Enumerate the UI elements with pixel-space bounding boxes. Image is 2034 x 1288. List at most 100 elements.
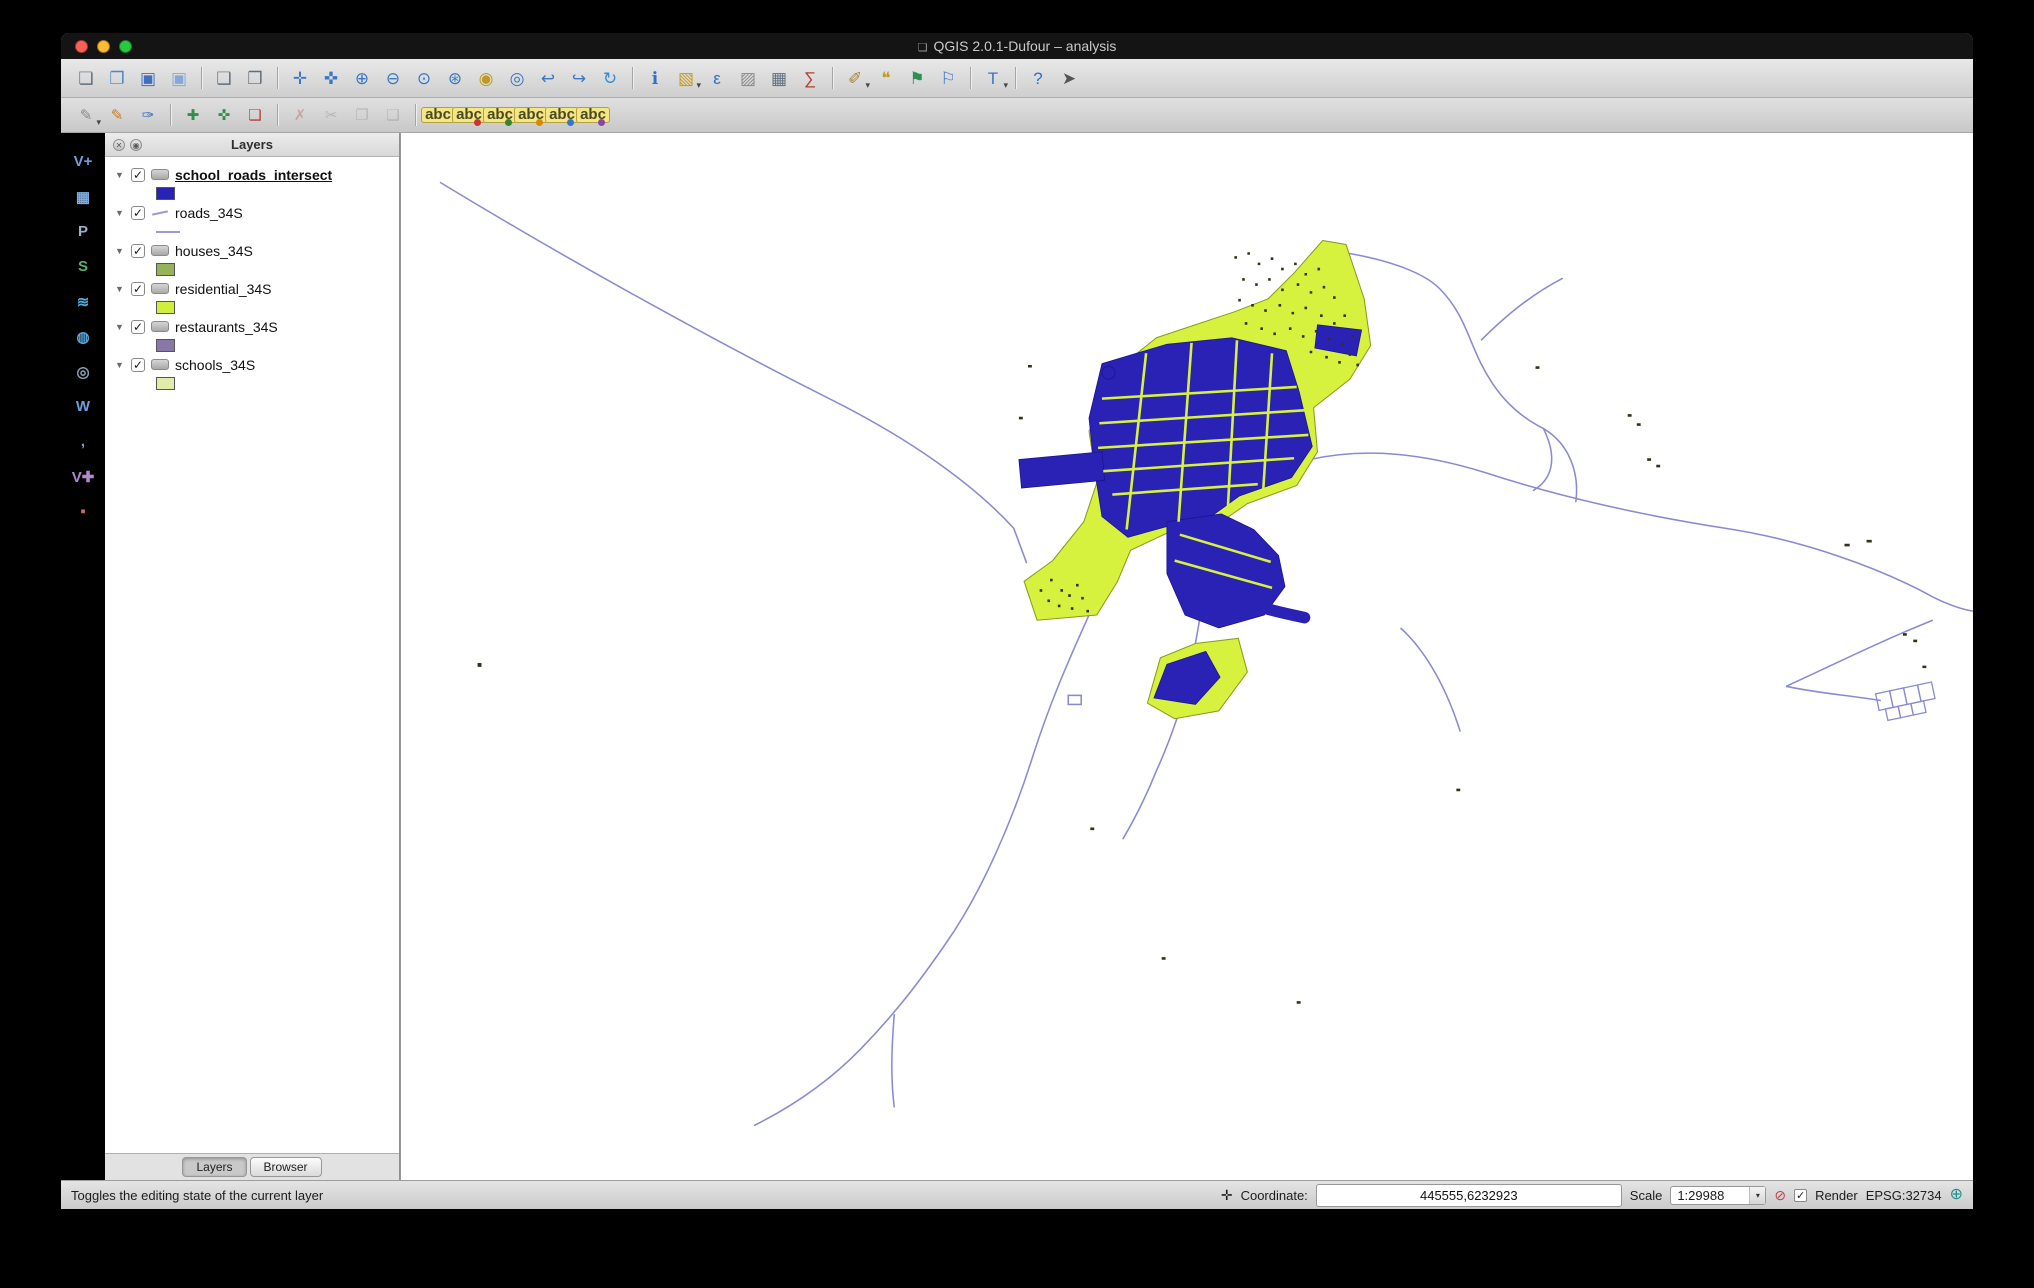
panel-tab[interactable]: Layers <box>182 1157 246 1177</box>
composer-manager-button[interactable]: ❒ <box>240 64 270 92</box>
expand-arrow-icon[interactable]: ▼ <box>114 170 125 180</box>
select-by-expression-button[interactable]: ε <box>702 64 732 92</box>
zoom-to-selection-button[interactable]: ◉ <box>471 64 501 92</box>
add-feature-button[interactable]: ✚ <box>178 101 208 129</box>
zoom-last-button[interactable]: ↩ <box>533 64 563 92</box>
separator[interactable] <box>164 101 177 129</box>
layer-swatch[interactable] <box>156 225 180 238</box>
separator[interactable] <box>626 64 639 92</box>
close-button[interactable] <box>75 40 88 53</box>
new-project-button[interactable]: ❏ <box>71 64 101 92</box>
scale-combo[interactable]: 1:29988 ▾ <box>1670 1186 1766 1205</box>
add-vector-layer-button[interactable]: V+ <box>68 149 98 174</box>
layer-visibility-checkbox[interactable] <box>131 206 145 220</box>
layer-item[interactable]: ▼ houses_34S <box>105 240 399 278</box>
deselect-all-button[interactable]: ▨ <box>733 64 763 92</box>
current-edits-button[interactable]: ✎ <box>71 101 101 129</box>
layer-labeling-options-button[interactable]: abc <box>423 101 453 129</box>
close-panel-button[interactable]: ✕ <box>113 139 125 151</box>
measure-button[interactable]: ✐ <box>840 64 870 92</box>
layer-row[interactable]: ▼ residential_34S <box>105 278 399 299</box>
layer-name[interactable]: roads_34S <box>175 205 243 221</box>
layer-visibility-checkbox[interactable] <box>131 168 145 182</box>
layer-swatch[interactable] <box>156 187 175 200</box>
scale-dropdown-icon[interactable]: ▾ <box>1749 1187 1765 1204</box>
layer-row[interactable]: ▼ school_roads_intersect <box>105 164 399 185</box>
layer-swatch[interactable] <box>156 301 175 314</box>
add-wms-layer-button[interactable]: ◍ <box>68 324 98 349</box>
layer-visibility-checkbox[interactable] <box>131 320 145 334</box>
add-raster-layer-button[interactable]: ▦ <box>68 184 98 209</box>
pan-to-selection-button[interactable]: ✜ <box>316 64 346 92</box>
layer-row[interactable]: ▼ houses_34S <box>105 240 399 261</box>
field-calculator-button[interactable]: ∑ <box>795 64 825 92</box>
crs-status-icon[interactable]: ⊕ <box>1950 1187 1963 1203</box>
separator[interactable] <box>409 101 422 129</box>
separator[interactable] <box>271 64 284 92</box>
pin-labels-button[interactable]: abc <box>547 101 577 129</box>
layer-item[interactable]: ▼ school_roads_intersect <box>105 164 399 202</box>
open-attribute-table-button[interactable]: ▦ <box>764 64 794 92</box>
layer-name[interactable]: schools_34S <box>175 357 255 373</box>
zoom-full-button[interactable]: ⊛ <box>440 64 470 92</box>
zoom-button[interactable] <box>119 40 132 53</box>
new-composer-button[interactable]: ❑ <box>209 64 239 92</box>
expand-arrow-icon[interactable]: ▼ <box>114 208 125 218</box>
cut-features-button[interactable]: ✂ <box>316 101 346 129</box>
stop-render-icon[interactable]: ⊘ <box>1774 1188 1786 1202</box>
whats-this-button[interactable]: ➤ <box>1054 64 1084 92</box>
layer-row[interactable]: ▼ roads_34S <box>105 202 399 223</box>
text-annotation-button[interactable]: T <box>978 64 1008 92</box>
zoom-out-button[interactable]: ⊖ <box>378 64 408 92</box>
expand-arrow-icon[interactable]: ▼ <box>114 360 125 370</box>
add-wfs-layer-button[interactable]: W <box>68 394 98 419</box>
map-canvas[interactable] <box>400 133 1973 1180</box>
add-delimited-text-layer-button[interactable]: , <box>68 429 98 454</box>
add-wcs-layer-button[interactable]: ◎ <box>68 359 98 384</box>
show-hide-labels-button[interactable]: abc <box>454 101 484 129</box>
expand-arrow-icon[interactable]: ▼ <box>114 284 125 294</box>
layer-name[interactable]: restaurants_34S <box>175 319 278 335</box>
layer-swatch[interactable] <box>156 339 175 352</box>
add-spatialite-layer-button[interactable]: S <box>68 254 98 279</box>
layer-swatch[interactable] <box>156 263 175 276</box>
layer-swatch[interactable] <box>156 377 175 390</box>
map-tips-button[interactable]: ❝ <box>871 64 901 92</box>
zoom-to-layer-button[interactable]: ◎ <box>502 64 532 92</box>
layer-row[interactable]: ▼ restaurants_34S <box>105 316 399 337</box>
layer-item[interactable]: ▼ residential_34S <box>105 278 399 316</box>
zoom-native-button[interactable]: ⊙ <box>409 64 439 92</box>
separator[interactable] <box>826 64 839 92</box>
float-panel-button[interactable]: ◉ <box>130 139 142 151</box>
layer-item[interactable]: ▼ restaurants_34S <box>105 316 399 354</box>
remove-layer-button[interactable]: ▪ <box>68 499 98 524</box>
separator[interactable] <box>1009 64 1022 92</box>
show-bookmarks-button[interactable]: ⚐ <box>933 64 963 92</box>
layer-row[interactable]: ▼ schools_34S <box>105 354 399 375</box>
coordinate-capture-icon[interactable]: ✛ <box>1221 1188 1233 1202</box>
select-features-button[interactable]: ▧ <box>671 64 701 92</box>
separator[interactable] <box>964 64 977 92</box>
new-shapefile-layer-button[interactable]: V✚ <box>68 464 98 489</box>
new-bookmark-button[interactable]: ⚑ <box>902 64 932 92</box>
toggle-editing-button[interactable]: ✎ <box>102 101 132 129</box>
render-checkbox[interactable] <box>1794 1189 1807 1202</box>
panel-tab[interactable]: Browser <box>250 1157 322 1177</box>
layer-name[interactable]: residential_34S <box>175 281 272 297</box>
minimize-button[interactable] <box>97 40 110 53</box>
help-button[interactable]: ? <box>1023 64 1053 92</box>
add-postgis-layer-button[interactable]: P <box>68 219 98 244</box>
rotate-label-button[interactable]: abc <box>516 101 546 129</box>
save-layer-edits-button[interactable]: ✑ <box>133 101 163 129</box>
titlebar[interactable]: ❏QGIS 2.0.1-Dufour – analysis <box>61 33 1973 59</box>
layer-item[interactable]: ▼ roads_34S <box>105 202 399 240</box>
copy-features-button[interactable]: ❐ <box>347 101 377 129</box>
layer-visibility-checkbox[interactable] <box>131 244 145 258</box>
save-project-button[interactable]: ▣ <box>133 64 163 92</box>
identify-features-button[interactable]: ℹ <box>640 64 670 92</box>
coordinate-input[interactable] <box>1316 1184 1622 1207</box>
paste-features-button[interactable]: ❑ <box>378 101 408 129</box>
add-mssql-layer-button[interactable]: ≋ <box>68 289 98 314</box>
move-label-button[interactable]: abc <box>485 101 515 129</box>
zoom-next-button[interactable]: ↪ <box>564 64 594 92</box>
